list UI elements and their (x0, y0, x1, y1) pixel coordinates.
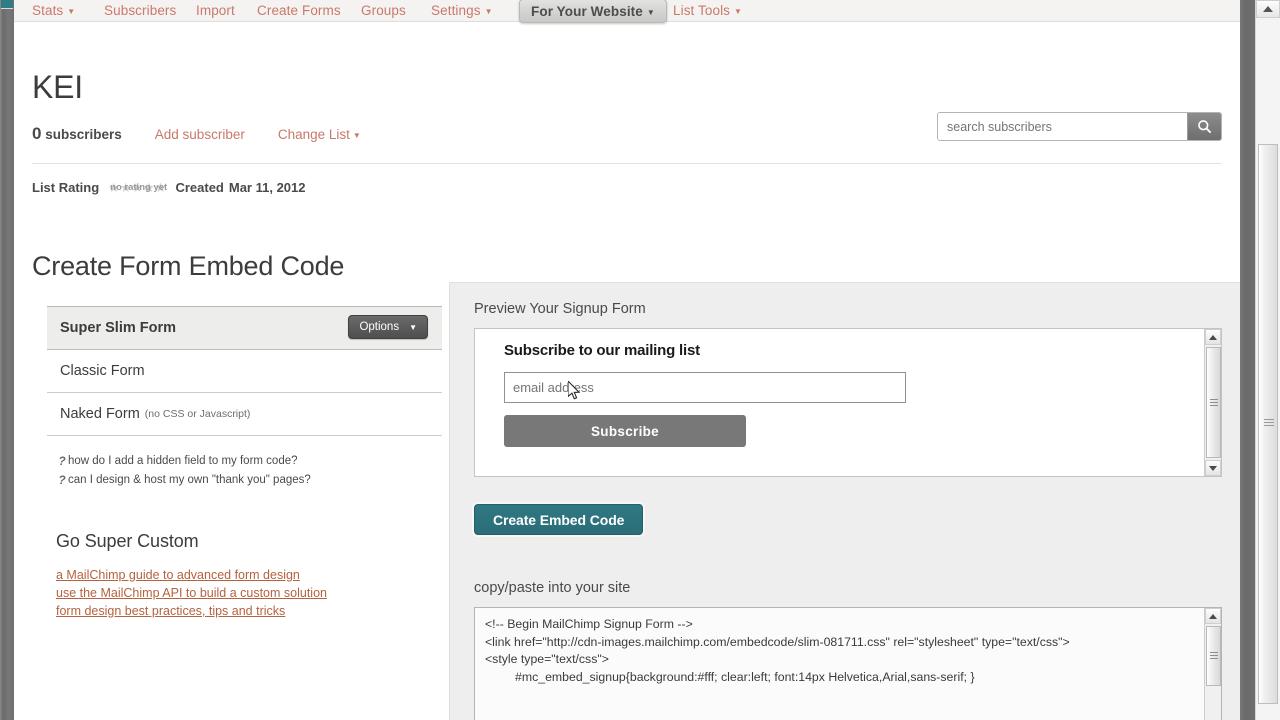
embed-code-textarea[interactable]: <!-- Begin MailChimp Signup Form --> <lin… (474, 607, 1222, 720)
page-scroll-up-arrow-icon[interactable] (1256, 0, 1280, 18)
subscribe-button[interactable]: Subscribe (504, 415, 746, 447)
search-button[interactable] (1187, 113, 1221, 140)
subscriber-count-number: 0 (32, 124, 42, 143)
nav-item-stats[interactable]: Stats ▼ (32, 0, 75, 23)
faq-link-label: can I design & host my own "thank you" p… (68, 474, 311, 486)
nav-item-list-tools[interactable]: List Tools ▼ (673, 0, 742, 23)
nav-item-settings[interactable]: Settings ▼ (431, 0, 493, 23)
columns-wrapper: Super Slim Form Options ▼ Classic Form Naked… (32, 282, 1240, 720)
form-type-name: Super Slim Form (60, 320, 177, 336)
nav-item-for-your-website[interactable]: For Your Website ▼ (519, 0, 667, 23)
chevron-down-icon: ▼ (67, 7, 76, 16)
question-mark-icon: ? (58, 473, 66, 487)
go-super-custom-heading: Go Super Custom (56, 531, 199, 551)
nav-item-label: Create Forms (257, 3, 341, 18)
form-type-name: Classic Form (60, 363, 145, 379)
chevron-down-icon: ▼ (352, 130, 361, 140)
form-type-column: Super Slim Form Options ▼ Classic Form Naked… (32, 306, 442, 620)
code-line: <!-- Begin MailChimp Signup Form --> (485, 617, 693, 631)
search-icon (1198, 120, 1212, 134)
add-subscriber-link[interactable]: Add subscriber (155, 127, 245, 142)
form-type-row[interactable]: Classic Form (47, 350, 442, 393)
created-date: Mar 11, 2012 (228, 180, 306, 195)
nav-item-label: Import (196, 3, 235, 18)
email-address-input[interactable] (504, 372, 906, 403)
subscriber-count: 0 subscribers (32, 124, 122, 144)
preview-scroll-thumb[interactable] (1206, 347, 1221, 458)
list-meta-row: 0 subscribers Add subscriber Change List… (32, 104, 1222, 144)
page-scroll-track[interactable] (1256, 18, 1280, 720)
nav-item-label: Stats (32, 3, 64, 18)
change-list-label: Change List (277, 126, 350, 142)
custom-resource-link[interactable]: form design best practices, tips and tri… (56, 602, 442, 620)
faq-link-label: how do I add a hidden field to my form c… (68, 455, 298, 467)
change-list-dropdown[interactable]: Change List ▼ (278, 127, 361, 142)
list-rating-label: List Rating (32, 180, 100, 195)
faq-link[interactable]: ? how do I add a hidden field to my form … (56, 455, 442, 468)
preview-form-title: Subscribe to our mailing list (504, 342, 700, 359)
form-options-label: Options (359, 321, 400, 333)
nav-item-label: Groups (361, 3, 406, 18)
form-type-note: (no CSS or Javascript) (144, 408, 251, 420)
form-type-row[interactable]: Super Slim Form Options ▼ (47, 307, 442, 350)
search-input[interactable] (938, 113, 1187, 140)
no-rating-text: no rating yet (110, 182, 168, 193)
section-heading: Create Form Embed Code (32, 251, 345, 281)
page-scrollbar[interactable] (1255, 0, 1280, 720)
browser-tab-chip (1, 0, 13, 9)
subscriber-count-word: subscribers (45, 127, 122, 142)
code-scroll-thumb[interactable] (1206, 626, 1221, 686)
page-title: KEI (32, 69, 83, 105)
custom-resource-link[interactable]: a MailChimp guide to advanced form desig… (56, 566, 442, 584)
faq-link[interactable]: ? can I design & host my own "thank you" … (56, 474, 442, 487)
star-rating-icon: ★★★★★ no rating yet (108, 181, 168, 194)
nav-item-label: For Your Website (531, 4, 643, 19)
nav-item-import[interactable]: Import (196, 0, 235, 21)
created-label: Created (175, 180, 224, 195)
embed-code-content: <!-- Begin MailChimp Signup Form --> <lin… (475, 608, 1221, 686)
list-rating-row: List Rating ★★★★★ no rating yet Created … (32, 164, 1222, 195)
form-options-button[interactable]: Options ▼ (348, 315, 428, 339)
preview-panel-label: Preview Your Signup Form (474, 301, 646, 317)
form-type-list: Super Slim Form Options ▼ Classic Form Naked… (47, 306, 442, 436)
scroll-up-arrow-icon[interactable] (1205, 329, 1221, 345)
scroll-down-arrow-icon[interactable] (1205, 460, 1221, 476)
search-subscribers-box (937, 112, 1222, 141)
chevron-down-icon: ▼ (484, 7, 493, 16)
faq-links: ? how do I add a hidden field to my form … (47, 436, 442, 487)
signup-form-preview: Subscribe to our mailing list Subscribe (474, 328, 1222, 477)
custom-resource-link[interactable]: use the MailChimp API to build a custom … (56, 584, 442, 602)
preview-form-content: Subscribe to our mailing list Subscribe (475, 329, 1221, 447)
code-line-text: #mc_embed_signup{background:#fff; clear:… (515, 669, 975, 684)
code-scroll-up-arrow-icon[interactable] (1205, 608, 1221, 624)
custom-links-list: a MailChimp guide to advanced form desig… (47, 552, 442, 620)
code-line: #mc_embed_signup{background:#fff; clear:… (485, 669, 1197, 687)
page-scroll-thumb[interactable] (1258, 144, 1278, 704)
nav-item-label: Settings (431, 3, 481, 18)
code-scrollbar[interactable] (1204, 608, 1221, 720)
question-mark-icon: ? (58, 454, 66, 468)
list-navigation-bar: Stats ▼ Subscribers Import Create Forms Group… (14, 0, 1240, 23)
chevron-down-icon: ▼ (409, 322, 417, 332)
code-line: <style type="text/css"> (485, 652, 609, 666)
form-type-row[interactable]: Naked Form (no CSS or Javascript) (47, 393, 442, 436)
browser-right-edge-band (1240, 0, 1255, 720)
form-type-name: Naked Form (60, 406, 140, 422)
chevron-down-icon: ▼ (646, 8, 655, 17)
page-viewport: Stats ▼ Subscribers Import Create Forms Group… (14, 0, 1240, 720)
nav-item-subscribers[interactable]: Subscribers (104, 0, 176, 21)
nav-item-label: Subscribers (104, 3, 177, 18)
nav-item-groups[interactable]: Groups (361, 0, 406, 21)
preview-scrollbar[interactable] (1204, 329, 1221, 476)
nav-item-label: List Tools (673, 3, 731, 18)
code-line: <link href="http://cdn-images.mailchimp.… (485, 634, 1070, 649)
chevron-down-icon: ▼ (734, 7, 743, 16)
page-content: KEI 0 subscribers Add subscriber Change … (14, 22, 1240, 720)
browser-left-edge-band (0, 0, 14, 720)
create-embed-code-button[interactable]: Create Embed Code (474, 504, 644, 535)
nav-item-create-forms[interactable]: Create Forms (257, 0, 341, 21)
preview-panel: Preview Your Signup Form Subscribe to ou… (449, 282, 1240, 720)
copy-paste-label: copy/paste into your site (474, 580, 631, 596)
